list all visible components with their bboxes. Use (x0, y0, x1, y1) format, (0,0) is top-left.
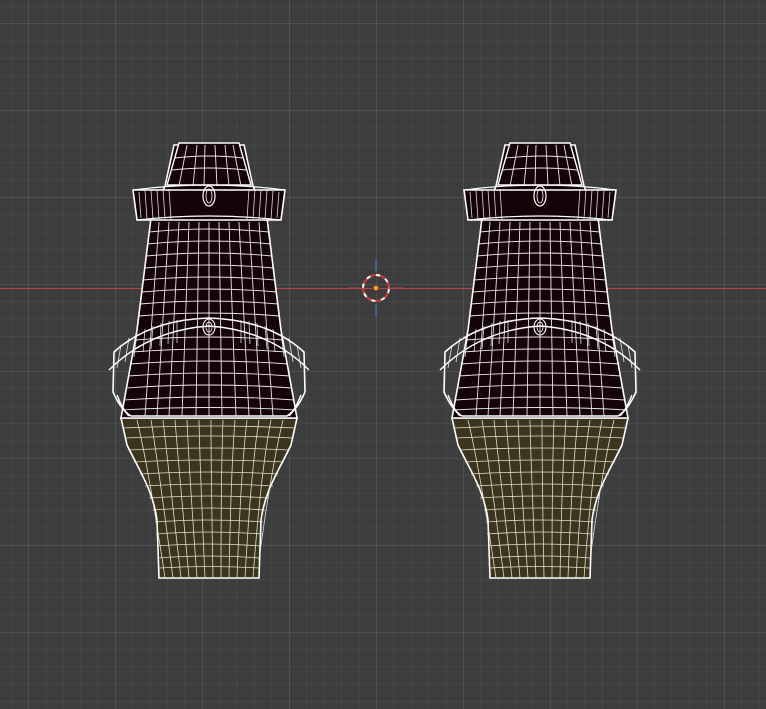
3d-viewport[interactable] (0, 0, 766, 709)
mesh-right[interactable] (439, 142, 641, 579)
mesh-left[interactable] (108, 142, 310, 579)
scene-canvas[interactable] (0, 0, 766, 709)
object-origin-icon (372, 284, 380, 292)
